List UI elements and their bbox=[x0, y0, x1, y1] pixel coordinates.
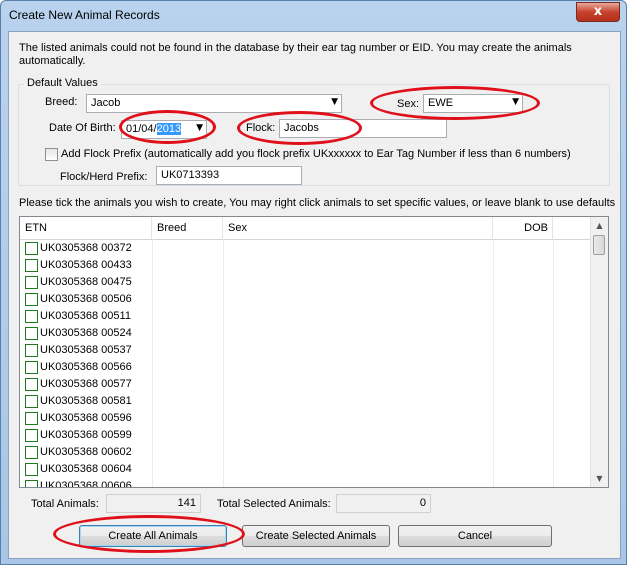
create-all-animals-button[interactable]: Create All Animals bbox=[79, 525, 227, 547]
flock-herd-prefix-value: UK0713393 bbox=[161, 169, 220, 181]
animals-list[interactable]: ETN Breed Sex DOB UK0305368 00372 UK0305… bbox=[19, 216, 609, 488]
total-animals-label: Total Animals: bbox=[31, 498, 99, 510]
column-header-breed[interactable]: Breed bbox=[152, 217, 223, 239]
row-checkbox[interactable] bbox=[25, 276, 38, 289]
table-row[interactable]: UK0305368 00511 bbox=[20, 309, 591, 326]
scroll-up-icon[interactable]: ▲ bbox=[591, 217, 608, 234]
table-row[interactable]: UK0305368 00566 bbox=[20, 360, 591, 377]
breed-label: Breed: bbox=[45, 96, 78, 108]
window-title: Create New Animal Records bbox=[9, 8, 160, 22]
table-row[interactable]: UK0305368 00475 bbox=[20, 275, 591, 292]
table-row[interactable]: UK0305368 00596 bbox=[20, 411, 591, 428]
etn-cell: UK0305368 00596 bbox=[40, 412, 132, 424]
row-checkbox[interactable] bbox=[25, 327, 38, 340]
list-header: ETN Breed Sex DOB bbox=[20, 217, 591, 240]
instructions-text: Please tick the animals you wish to crea… bbox=[19, 197, 616, 209]
flock-herd-prefix-label: Flock/Herd Prefix: bbox=[60, 171, 148, 183]
row-checkbox[interactable] bbox=[25, 344, 38, 357]
vertical-scrollbar[interactable]: ▲ ▼ bbox=[590, 217, 608, 487]
row-checkbox[interactable] bbox=[25, 412, 38, 425]
total-selected-label: Total Selected Animals: bbox=[217, 498, 331, 510]
intro-text: The listed animals could not be found in… bbox=[19, 42, 572, 67]
flock-herd-prefix-input[interactable]: UK0713393 bbox=[156, 166, 302, 185]
row-checkbox[interactable] bbox=[25, 310, 38, 323]
table-row[interactable]: UK0305368 00599 bbox=[20, 428, 591, 445]
chevron-down-icon: ▼ bbox=[196, 123, 203, 133]
dialog-body: The listed animals could not be found in… bbox=[8, 31, 621, 559]
etn-cell: UK0305368 00599 bbox=[40, 429, 132, 441]
dialog-window: Create New Animal Records x The listed a… bbox=[0, 0, 627, 565]
etn-cell: UK0305368 00537 bbox=[40, 344, 132, 356]
etn-cell: UK0305368 00524 bbox=[40, 327, 132, 339]
table-row[interactable]: UK0305368 00577 bbox=[20, 377, 591, 394]
row-checkbox[interactable] bbox=[25, 361, 38, 374]
table-row[interactable]: UK0305368 00372 bbox=[20, 241, 591, 258]
dob-day-month: 01/04/ bbox=[126, 123, 157, 135]
dob-year-selected: 2013 bbox=[156, 123, 182, 135]
chevron-down-icon: ▼ bbox=[331, 97, 338, 107]
row-checkbox[interactable] bbox=[25, 395, 38, 408]
etn-cell: UK0305368 00581 bbox=[40, 395, 132, 407]
breed-value: Jacob bbox=[91, 97, 121, 109]
table-row[interactable]: UK0305368 00606 bbox=[20, 479, 591, 488]
etn-cell: UK0305368 00433 bbox=[40, 259, 132, 271]
row-checkbox[interactable] bbox=[25, 480, 38, 487]
total-animals-value: 141 bbox=[106, 494, 201, 513]
sex-value: EWE bbox=[428, 97, 454, 109]
table-row[interactable]: UK0305368 00506 bbox=[20, 292, 591, 309]
etn-cell: UK0305368 00606 bbox=[40, 480, 132, 488]
etn-cell: UK0305368 00566 bbox=[40, 361, 132, 373]
dob-label: Date Of Birth: bbox=[49, 122, 116, 134]
flock-input[interactable]: Jacobs bbox=[279, 119, 447, 138]
column-header-dob[interactable]: DOB bbox=[493, 217, 553, 239]
table-row[interactable]: UK0305368 00524 bbox=[20, 326, 591, 343]
column-header-sex[interactable]: Sex bbox=[223, 217, 493, 239]
flock-label: Flock: bbox=[246, 122, 276, 134]
create-selected-animals-button[interactable]: Create Selected Animals bbox=[242, 525, 390, 547]
scroll-down-icon[interactable]: ▼ bbox=[591, 470, 608, 487]
table-row[interactable]: UK0305368 00433 bbox=[20, 258, 591, 275]
row-checkbox[interactable] bbox=[25, 378, 38, 391]
default-values-label: Default Values bbox=[24, 77, 101, 89]
scrollbar-thumb[interactable] bbox=[593, 235, 605, 255]
etn-cell: UK0305368 00604 bbox=[40, 463, 132, 475]
column-header-etn[interactable]: ETN bbox=[20, 217, 152, 239]
title-bar[interactable]: Create New Animal Records x bbox=[1, 1, 626, 31]
etn-cell: UK0305368 00602 bbox=[40, 446, 132, 458]
etn-cell: UK0305368 00506 bbox=[40, 293, 132, 305]
etn-cell: UK0305368 00372 bbox=[40, 242, 132, 254]
total-selected-value: 0 bbox=[336, 494, 431, 513]
table-row[interactable]: UK0305368 00604 bbox=[20, 462, 591, 479]
etn-cell: UK0305368 00475 bbox=[40, 276, 132, 288]
table-row[interactable]: UK0305368 00537 bbox=[20, 343, 591, 360]
close-button[interactable]: x bbox=[576, 2, 620, 22]
row-checkbox[interactable] bbox=[25, 259, 38, 272]
row-checkbox[interactable] bbox=[25, 446, 38, 459]
row-checkbox[interactable] bbox=[25, 293, 38, 306]
flock-value: Jacobs bbox=[284, 122, 319, 134]
add-flock-prefix-checkbox[interactable] bbox=[45, 148, 58, 161]
etn-cell: UK0305368 00511 bbox=[40, 310, 131, 322]
cancel-button[interactable]: Cancel bbox=[398, 525, 552, 547]
row-checkbox[interactable] bbox=[25, 463, 38, 476]
row-checkbox[interactable] bbox=[25, 429, 38, 442]
etn-cell: UK0305368 00577 bbox=[40, 378, 132, 390]
row-checkbox[interactable] bbox=[25, 242, 38, 255]
table-row[interactable]: UK0305368 00581 bbox=[20, 394, 591, 411]
sex-label: Sex: bbox=[397, 98, 420, 110]
chevron-down-icon: ▼ bbox=[512, 97, 519, 107]
table-row[interactable]: UK0305368 00602 bbox=[20, 445, 591, 462]
breed-dropdown[interactable]: Jacob ▼ bbox=[86, 94, 342, 113]
add-flock-prefix-label: Add Flock Prefix (automatically add you … bbox=[61, 148, 571, 160]
sex-dropdown[interactable]: EWE ▼ bbox=[423, 94, 523, 113]
dob-picker[interactable]: 01/04/2013 ▼ bbox=[121, 120, 207, 139]
